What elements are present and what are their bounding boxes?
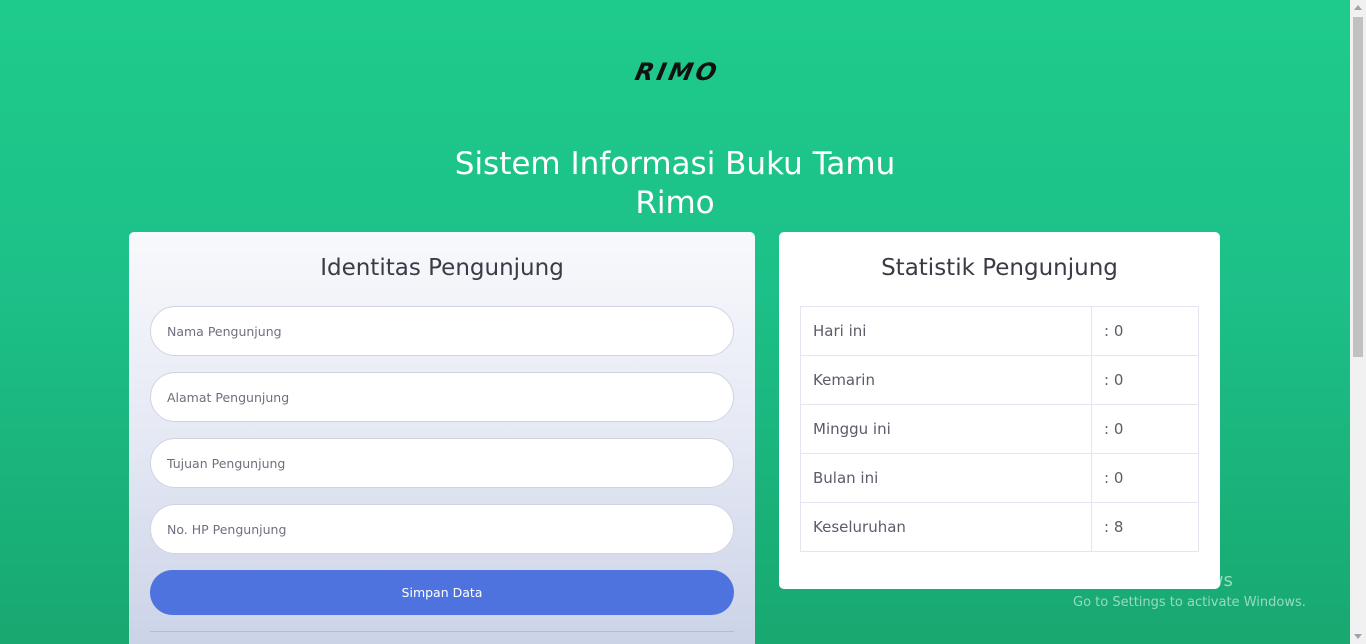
table-row: Kemarin : 0	[800, 355, 1199, 405]
stat-value: : 0	[1091, 453, 1199, 503]
visitor-stats-card: Statistik Pengunjung Hari ini : 0 Kemari…	[779, 232, 1220, 589]
stats-table: Hari ini : 0 Kemarin : 0 Minggu ini : 0 …	[800, 306, 1199, 552]
vertical-scrollbar[interactable]	[1350, 0, 1366, 644]
table-row: Minggu ini : 0	[800, 404, 1199, 454]
stat-label: Hari ini	[800, 306, 1092, 356]
stat-value: : 8	[1091, 502, 1199, 552]
form-title: Identitas Pengunjung	[320, 255, 564, 281]
visitor-form-card: Identitas Pengunjung Simpan Data	[129, 232, 755, 644]
scrollbar-thumb[interactable]	[1353, 17, 1363, 357]
table-row: Bulan ini : 0	[800, 453, 1199, 503]
stat-label: Bulan ini	[800, 453, 1092, 503]
stat-value: : 0	[1091, 355, 1199, 405]
activate-subtitle: Go to Settings to activate Windows.	[1073, 595, 1306, 610]
table-row: Keseluruhan : 8	[800, 502, 1199, 552]
visitor-purpose-input[interactable]	[150, 438, 734, 488]
stat-label: Kemarin	[800, 355, 1092, 405]
visitor-phone-input[interactable]	[150, 504, 734, 554]
stat-value: : 0	[1091, 306, 1199, 356]
visitor-address-input[interactable]	[150, 372, 734, 422]
scroll-down-icon[interactable]	[1354, 634, 1362, 639]
stat-label: Minggu ini	[800, 404, 1092, 454]
activate-title: Activate Windows	[1073, 570, 1233, 591]
page-title-line1: Sistem Informasi Buku Tamu	[454, 146, 896, 182]
stat-label: Keseluruhan	[800, 502, 1092, 552]
page-title-line2: Rimo	[635, 185, 715, 221]
activate-windows-watermark: Activate Windows Go to Settings to activ…	[1073, 570, 1306, 613]
svg-text:RIMO: RIMO	[633, 60, 723, 86]
page-title: Sistem Informasi Buku Tamu Rimo	[0, 145, 1350, 223]
visitor-name-input[interactable]	[150, 306, 734, 356]
table-row: Hari ini : 0	[800, 306, 1199, 356]
divider	[150, 631, 734, 632]
rimo-logo: RIMO	[610, 60, 742, 86]
scroll-up-icon[interactable]	[1354, 5, 1362, 10]
stats-title: Statistik Pengunjung	[881, 255, 1118, 281]
stat-value: : 0	[1091, 404, 1199, 454]
save-data-button[interactable]: Simpan Data	[150, 570, 734, 615]
